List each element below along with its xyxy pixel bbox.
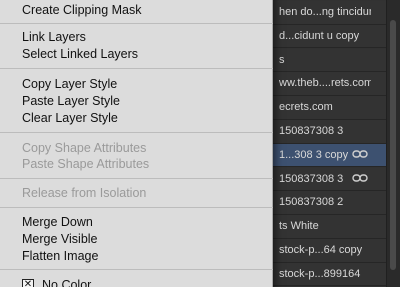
layer-name: s xyxy=(279,53,285,66)
layer-name: d...cidunt u copy xyxy=(279,29,360,42)
menu-separator xyxy=(0,178,273,179)
link-icon xyxy=(352,173,368,185)
menu-item-no-color[interactable]: No Color xyxy=(42,277,91,287)
menu-separator xyxy=(0,269,273,270)
layer-name: hen do...ng tincidunt u xyxy=(279,6,371,18)
layer-name: 150837308 3 xyxy=(279,125,344,137)
menu-item-select-linked-layers[interactable]: Select Linked Layers xyxy=(22,46,138,63)
menu-item-flatten-image[interactable]: Flatten Image xyxy=(22,248,98,265)
menu-item-merge-down[interactable]: Merge Down xyxy=(22,214,93,231)
context-menu: Create Clipping Mask Link Layers Select … xyxy=(0,0,273,287)
layer-name: stock-p...899164 xyxy=(279,267,361,280)
scrollbar[interactable] xyxy=(386,0,400,287)
menu-item-link-layers[interactable]: Link Layers xyxy=(22,29,86,46)
menu-item-copy-layer-style[interactable]: Copy Layer Style xyxy=(22,76,117,93)
layer-name: stock-p...64 copy xyxy=(279,244,363,256)
menu-item-create-clipping-mask[interactable]: Create Clipping Mask xyxy=(22,2,142,19)
layer-name: ecrets.com xyxy=(279,101,333,114)
layer-name: ts White xyxy=(279,220,319,233)
menu-item-merge-visible[interactable]: Merge Visible xyxy=(22,231,98,248)
menu-item-paste-shape-attributes[interactable]: Paste Shape Attributes xyxy=(22,156,149,173)
menu-separator xyxy=(0,68,273,69)
checkbox-icon: ✕ xyxy=(22,279,34,287)
link-icon xyxy=(352,149,368,161)
menu-item-clear-layer-style[interactable]: Clear Layer Style xyxy=(22,110,118,127)
menu-separator xyxy=(0,207,273,208)
menu-separator xyxy=(0,132,273,133)
menu-item-release-from-isolation[interactable]: Release from Isolation xyxy=(22,185,146,202)
menu-separator xyxy=(0,23,273,24)
scrollbar-thumb[interactable] xyxy=(390,20,396,270)
layer-name: ww.theb....rets.com xyxy=(279,77,371,90)
menu-item-copy-shape-attributes[interactable]: Copy Shape Attributes xyxy=(22,140,146,157)
layer-name: 150837308 2 xyxy=(279,196,344,209)
menu-item-paste-layer-style[interactable]: Paste Layer Style xyxy=(22,93,120,110)
